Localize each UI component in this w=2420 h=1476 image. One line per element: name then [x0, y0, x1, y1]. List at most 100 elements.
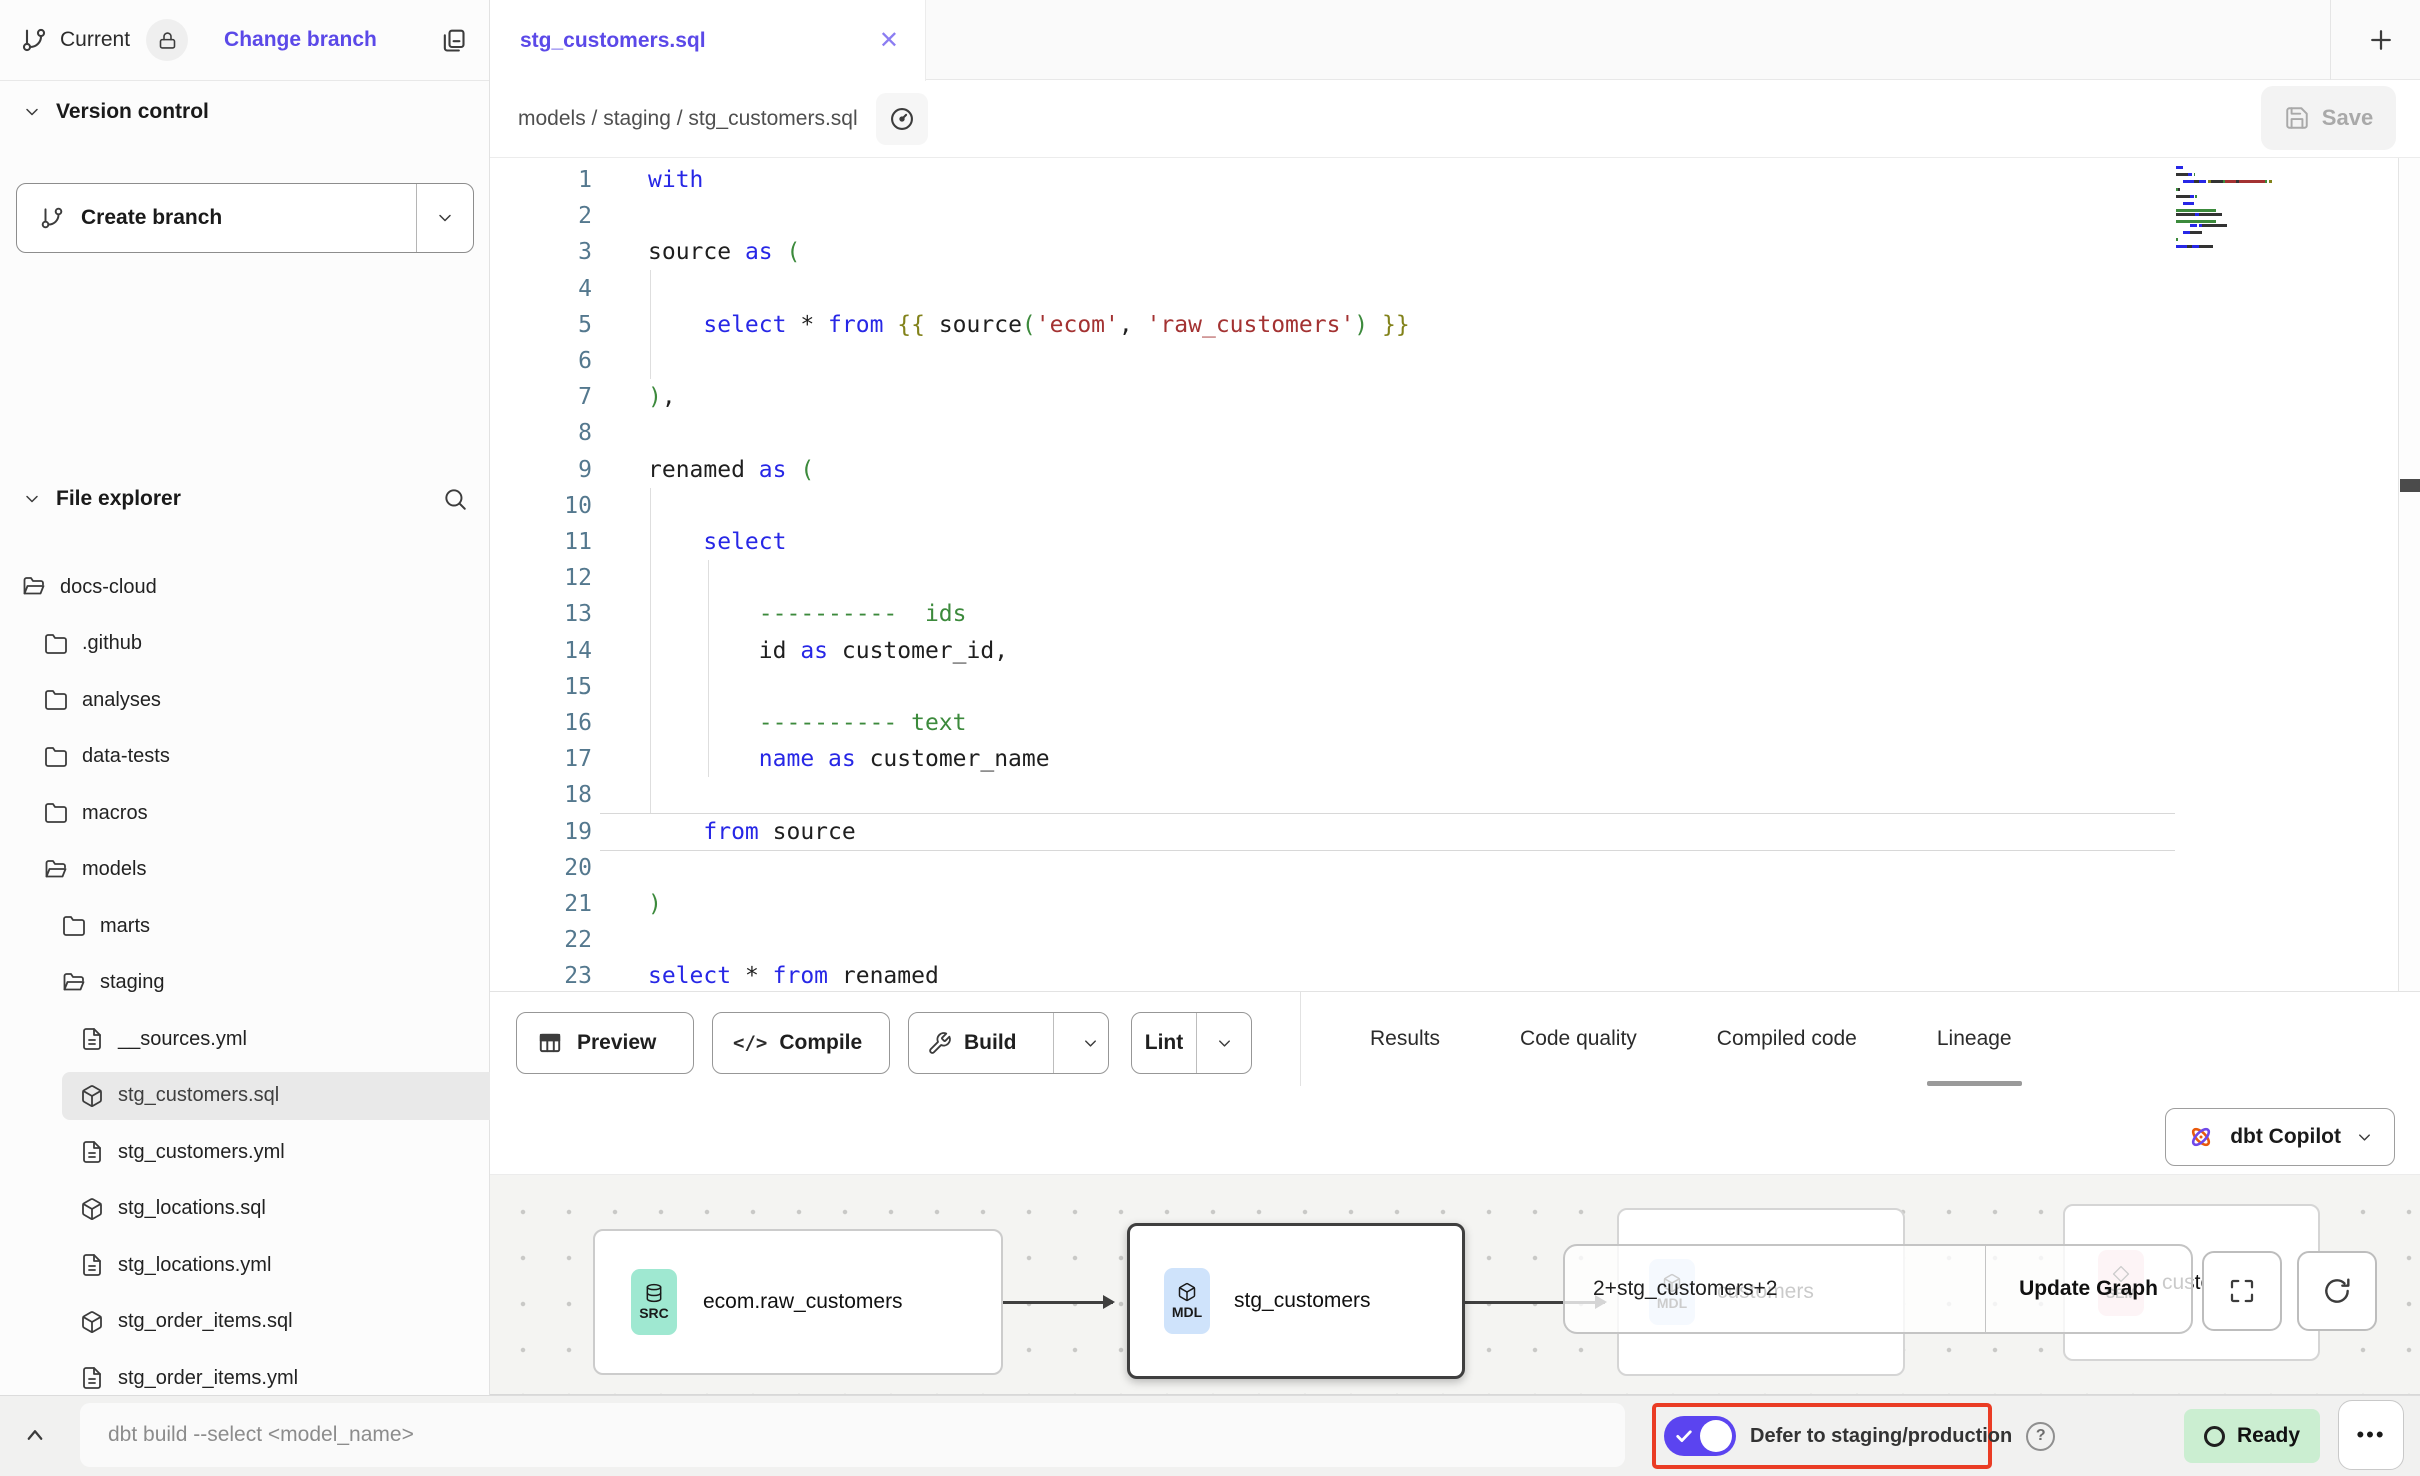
file-tree-item-data-tests[interactable]: data-tests — [0, 729, 534, 785]
update-graph-button[interactable]: Update Graph — [1986, 1246, 2191, 1332]
file-tree-item-label: data-tests — [82, 745, 170, 768]
mdl-badge: MDL — [1164, 1268, 1210, 1334]
file-tree-item-label: stg_customers.sql — [118, 1084, 279, 1107]
code-line-14[interactable]: 14 id as customer_id, — [490, 633, 2175, 669]
code-line-12[interactable]: 12 — [490, 560, 2175, 596]
dbt-copilot-label: dbt Copilot — [2230, 1125, 2341, 1149]
code-line-17[interactable]: 17 name as customer_name — [490, 741, 2175, 777]
table-icon — [537, 1030, 563, 1056]
file-tree-item-label: marts — [100, 915, 150, 938]
code-line-19[interactable]: 19 from source — [490, 814, 2175, 850]
src-badge: SRC — [631, 1269, 677, 1335]
line-number: 5 — [490, 307, 592, 343]
preview-button[interactable]: Preview — [516, 1012, 694, 1074]
code-line-3[interactable]: 3source as ( — [490, 234, 2175, 270]
database-icon — [644, 1283, 664, 1303]
code-line-6[interactable]: 6 — [490, 343, 2175, 379]
lint-button[interactable]: Lint — [1131, 1012, 1252, 1074]
file-tree-item-stg-customers-yml[interactable]: stg_customers.yml — [0, 1124, 570, 1180]
sidebar: Current Change branch Version control Cr… — [0, 0, 490, 1395]
file-tree-item-docs-cloud[interactable]: docs-cloud — [0, 559, 512, 615]
chevron-up-icon[interactable] — [20, 1420, 50, 1450]
fullscreen-icon — [2227, 1276, 2257, 1306]
code-line-20[interactable]: 20 — [490, 850, 2175, 886]
code-line-1[interactable]: 1with — [490, 162, 2175, 198]
file-tree-item-label: analyses — [82, 689, 161, 712]
build-button[interactable]: Build — [908, 1012, 1109, 1074]
editor-scrollbar[interactable] — [2398, 158, 2420, 992]
code-line-13[interactable]: 13 ---------- ids — [490, 596, 2175, 632]
code-line-11[interactable]: 11 select — [490, 524, 2175, 560]
code-line-16[interactable]: 16 ---------- text — [490, 705, 2175, 741]
gauge-icon[interactable] — [876, 93, 928, 145]
file-tree-item-macros[interactable]: macros — [0, 785, 534, 841]
file-tree-item-staging[interactable]: staging — [0, 955, 552, 1011]
compile-button[interactable]: </> Compile — [712, 1012, 890, 1074]
panel-tab-compiled-code[interactable]: Compiled code — [1717, 992, 1857, 1086]
scrollbar-thumb[interactable] — [2400, 479, 2420, 492]
file-tree-item-stg-locations-yml[interactable]: stg_locations.yml — [0, 1237, 570, 1293]
file-tree-item-models[interactable]: models — [0, 842, 534, 898]
dbt-copilot-icon — [2186, 1122, 2216, 1152]
code-line-22[interactable]: 22 — [490, 922, 2175, 958]
code-line-18[interactable]: 18 — [490, 777, 2175, 813]
code-line-21[interactable]: 21) — [490, 886, 2175, 922]
file-tree-item-label: docs-cloud — [60, 576, 157, 599]
code-line-5[interactable]: 5 select * from {{ source('ecom', 'raw_c… — [490, 307, 2175, 343]
code-editor[interactable]: 1with23source as (45 select * from {{ so… — [490, 158, 2420, 992]
lineage-node-model-selected[interactable]: MDL stg_customers — [1127, 1223, 1465, 1379]
line-number: 13 — [490, 596, 592, 632]
file-tree-item-label: .github — [82, 632, 142, 655]
new-tab-button[interactable] — [2342, 0, 2420, 80]
file-tree-item--github[interactable]: .github — [0, 616, 534, 672]
panel-tab-code-quality[interactable]: Code quality — [1520, 992, 1637, 1086]
command-input[interactable] — [80, 1403, 1625, 1467]
fullscreen-button[interactable] — [2202, 1251, 2282, 1331]
minimap-line — [2176, 220, 2216, 223]
folder-open-icon — [62, 971, 86, 995]
code-line-10[interactable]: 10 — [490, 488, 2175, 524]
lineage-canvas[interactable]: SRC ecom.raw_customers MDL stg_customers… — [490, 1174, 2420, 1395]
lineage-node-source[interactable]: SRC ecom.raw_customers — [593, 1229, 1003, 1375]
code-line-15[interactable]: 15 — [490, 669, 2175, 705]
panel-tab-results[interactable]: Results — [1370, 992, 1440, 1086]
panel-tab-lineage[interactable]: Lineage — [1937, 992, 2012, 1086]
file-tree-item-label: __sources.yml — [118, 1028, 247, 1051]
chevron-down-icon — [2355, 1128, 2374, 1147]
check-icon — [1674, 1426, 1694, 1446]
code-line-2[interactable]: 2 — [490, 198, 2175, 234]
build-dropdown[interactable] — [1054, 1034, 1108, 1053]
tab-stg-customers-sql[interactable]: stg_customers.sql ✕ — [490, 0, 926, 81]
model-icon — [80, 1310, 104, 1334]
save-label: Save — [2322, 105, 2373, 131]
dbt-copilot-button[interactable]: dbt Copilot — [2165, 1108, 2395, 1166]
refresh-button[interactable] — [2297, 1251, 2377, 1331]
code-line-7[interactable]: 7), — [490, 379, 2175, 415]
save-button[interactable]: Save — [2261, 86, 2396, 150]
close-icon[interactable]: ✕ — [879, 26, 899, 55]
minimap-line — [2176, 166, 2183, 169]
lint-dropdown[interactable] — [1197, 1034, 1251, 1053]
help-icon[interactable]: ? — [2026, 1422, 2055, 1451]
file-tree-item-stg-order-items-sql[interactable]: stg_order_items.sql — [0, 1294, 570, 1350]
breadcrumb-row: models / staging / stg_customers.sql Sav… — [490, 80, 2420, 158]
lineage-selector-input[interactable] — [1565, 1246, 1986, 1332]
line-number: 21 — [490, 886, 592, 922]
code-line-8[interactable]: 8 — [490, 415, 2175, 451]
file-tree-item-analyses[interactable]: analyses — [0, 672, 534, 728]
defer-toggle[interactable] — [1664, 1416, 1736, 1456]
code-line-23[interactable]: 23select * from renamed — [490, 958, 2175, 992]
status-badge[interactable]: Ready — [2184, 1409, 2320, 1463]
file-tree-item-stg-customers-sql[interactable]: stg_customers.sql — [0, 1068, 570, 1124]
code-line-9[interactable]: 9renamed as ( — [490, 452, 2175, 488]
lint-main[interactable]: Lint — [1132, 1013, 1197, 1073]
code-text: ---------- ids — [648, 596, 967, 632]
code-text: source as ( — [648, 234, 800, 270]
file-tree-item--sources-yml[interactable]: __sources.yml — [0, 1011, 570, 1067]
file-tree-item-marts[interactable]: marts — [0, 898, 552, 954]
code-line-4[interactable]: 4 — [490, 271, 2175, 307]
build-main[interactable]: Build — [909, 1013, 1054, 1073]
code-icon: </> — [733, 1032, 767, 1054]
more-options-button[interactable]: ••• — [2338, 1400, 2404, 1470]
file-tree-item-stg-locations-sql[interactable]: stg_locations.sql — [0, 1181, 570, 1237]
